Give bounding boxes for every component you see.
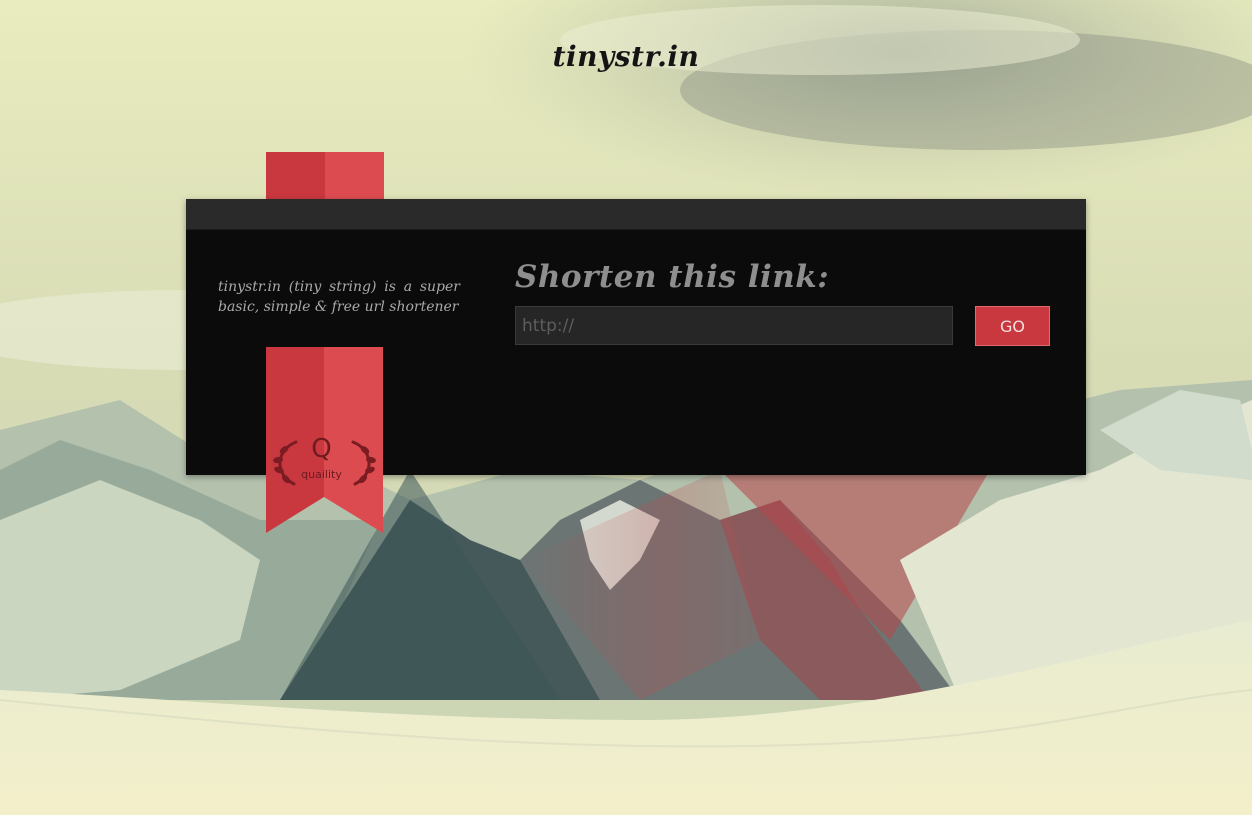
- tagline: tinystr.in (tiny string) is a super basi…: [218, 279, 460, 315]
- shorten-heading: Shorten this link:: [515, 259, 830, 295]
- ribbon-top: [266, 152, 384, 202]
- panel-header-bar: [186, 199, 1086, 230]
- site-title[interactable]: tinystr.in: [0, 40, 1252, 73]
- badge-letter: Q: [311, 434, 332, 464]
- go-button[interactable]: GO: [975, 306, 1050, 346]
- url-input[interactable]: [515, 306, 953, 345]
- badge-label: quaility: [301, 468, 342, 481]
